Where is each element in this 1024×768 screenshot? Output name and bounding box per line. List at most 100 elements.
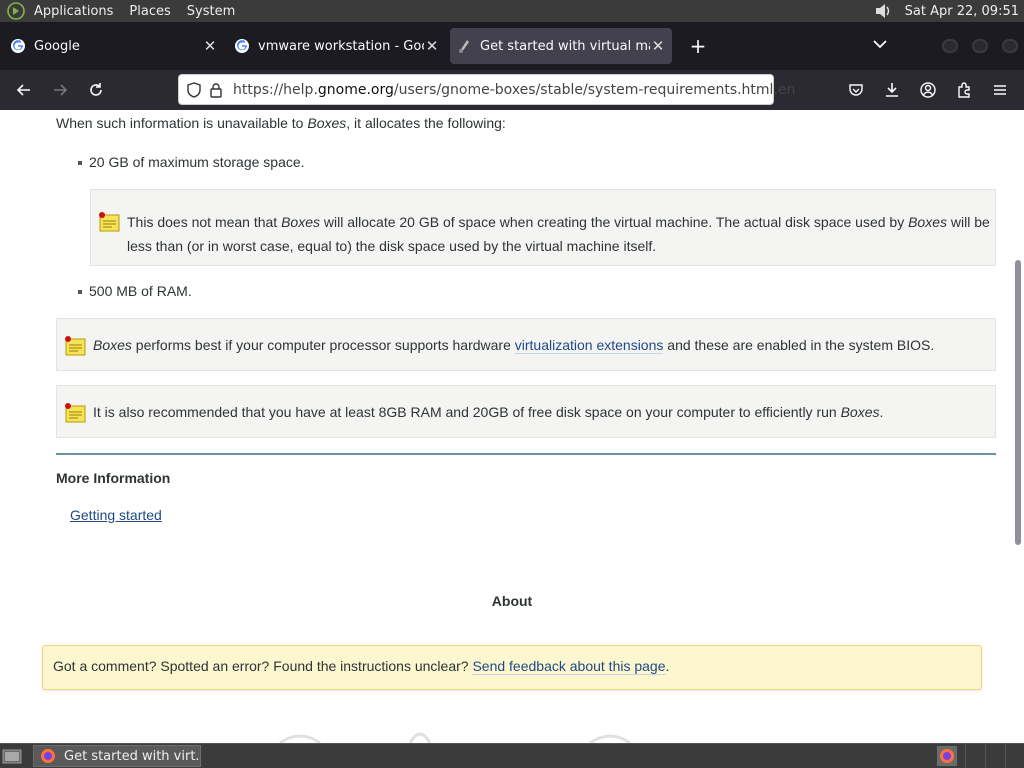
intro-paragraph: When such information is unavailable to … — [56, 115, 506, 131]
note-text: This does not mean that Boxes will alloc… — [127, 210, 993, 258]
feedback-text-end: . — [665, 658, 670, 674]
tip-text-part: and these are enabled in the system BIOS… — [663, 337, 935, 353]
tab-google[interactable]: Google ✕ — [4, 28, 224, 64]
forward-button[interactable] — [46, 76, 74, 104]
url-prefix: https://help. — [233, 81, 318, 98]
chevron-down-icon[interactable] — [870, 34, 890, 54]
lock-icon[interactable] — [209, 81, 223, 99]
top-panel: Applications Places System Sat Apr 22, 0… — [0, 0, 1024, 22]
back-button[interactable] — [10, 76, 38, 104]
google-icon — [235, 39, 249, 53]
taskbar: Get started with virt... — [0, 743, 1024, 768]
pocket-icon — [849, 84, 863, 96]
tip-text-part: It is also recommended that you have at … — [93, 404, 841, 420]
clock[interactable]: Sat Apr 22, 09:51 — [905, 4, 1019, 19]
taskbar-window-button[interactable]: Get started with virt... — [33, 745, 201, 767]
tab-gnome-help[interactable]: Get started with virtual machine ✕ — [450, 28, 672, 64]
tab-title: Google — [34, 38, 80, 54]
account-button[interactable] — [914, 76, 942, 104]
workspace-3[interactable] — [1005, 744, 1021, 768]
close-window-button[interactable] — [1002, 39, 1018, 53]
intro-emphasis: Boxes — [307, 115, 347, 131]
volume-icon[interactable] — [873, 2, 893, 20]
tip-text: Boxes performs best if your computer pro… — [93, 333, 934, 357]
tab-title: vmware workstation - Google — [258, 38, 424, 54]
tip-text-part: performs best if your computer processor… — [131, 337, 515, 353]
scrollbar-thumb[interactable] — [1015, 260, 1021, 545]
account-icon — [920, 82, 936, 98]
intro-text-end: , it allocates the following: — [346, 115, 506, 131]
gnome-foot-icon[interactable] — [6, 1, 26, 21]
tip-text-part: . — [879, 404, 884, 420]
list-item-text: 500 MB of RAM. — [89, 283, 192, 299]
list-item: 20 GB of maximum storage space. — [78, 154, 305, 170]
places-menu[interactable]: Places — [129, 4, 170, 19]
maximize-button[interactable] — [972, 39, 988, 53]
note-text-part: will allocate 20 GB of space when creati… — [320, 214, 909, 230]
about-heading: About — [491, 593, 533, 609]
system-menu[interactable]: System — [187, 4, 235, 19]
new-tab-button[interactable]: + — [684, 32, 712, 60]
taskbar-window-title: Get started with virt... — [64, 748, 200, 764]
reload-button[interactable] — [82, 76, 110, 104]
tip-box: It is also recommended that you have at … — [56, 385, 996, 438]
workspace-1[interactable] — [965, 744, 981, 768]
reload-icon — [90, 83, 102, 96]
forward-arrow-icon — [54, 84, 68, 96]
note-icon — [99, 212, 120, 232]
google-icon — [11, 39, 25, 53]
tab-vmware-search[interactable]: vmware workstation - Google ✕ — [228, 28, 446, 64]
puzzle-icon — [958, 82, 970, 98]
section-divider — [56, 453, 996, 455]
footer-decoration — [279, 732, 631, 743]
back-arrow-icon — [16, 84, 30, 96]
firefox-tray-icon[interactable] — [937, 746, 957, 766]
close-tab-icon[interactable]: ✕ — [650, 38, 666, 54]
tip-box: Boxes performs best if your computer pro… — [56, 318, 996, 371]
navigation-toolbar: https://help.gnome.org/users/gnome-boxes… — [0, 70, 1024, 110]
minimize-button[interactable] — [942, 39, 958, 53]
tip-emphasis: Boxes — [840, 404, 880, 420]
firefox-icon — [41, 749, 55, 763]
page-scrollbar[interactable] — [1012, 110, 1024, 743]
url-bar[interactable]: https://help.gnome.org/users/gnome-boxes… — [178, 74, 795, 105]
list-item: 500 MB of RAM. — [78, 283, 192, 299]
url-path: /users/gnome-boxes/stable/system-require… — [393, 81, 796, 98]
url-text[interactable]: https://help.gnome.org/users/gnome-boxes… — [233, 82, 795, 98]
pocket-button[interactable] — [842, 76, 870, 104]
getting-started-link[interactable]: Getting started — [70, 507, 162, 523]
note-emphasis: Boxes — [908, 214, 947, 230]
tip-text: It is also recommended that you have at … — [93, 400, 883, 424]
tab-title: Get started with virtual machine — [480, 38, 650, 54]
close-tab-icon[interactable]: ✕ — [424, 38, 440, 54]
menu-button[interactable] — [986, 76, 1014, 104]
applications-menu[interactable]: Applications — [34, 4, 113, 19]
gnome-help-icon — [459, 40, 469, 53]
feedback-text: Got a comment? Spotted an error? Found t… — [53, 658, 473, 674]
send-feedback-link[interactable]: Send feedback about this page — [472, 658, 666, 675]
virtualization-extensions-link[interactable]: virtualization extensions — [514, 337, 664, 354]
downloads-button[interactable] — [878, 76, 906, 104]
bullet-marker — [78, 290, 82, 295]
close-tab-icon[interactable]: ✕ — [202, 38, 218, 54]
note-emphasis: Boxes — [281, 214, 321, 230]
download-icon — [886, 83, 898, 97]
note-box: This does not mean that Boxes will alloc… — [90, 189, 996, 266]
hamburger-menu-icon — [994, 85, 1006, 95]
intro-text: When such information is unavailable to — [56, 115, 308, 131]
note-icon — [65, 336, 86, 356]
tab-bar: Google ✕ vmware workstation - Google ✕ G… — [0, 22, 1024, 70]
list-item-text: 20 GB of maximum storage space. — [89, 154, 305, 170]
workspace-2[interactable] — [985, 744, 1001, 768]
feedback-box: Got a comment? Spotted an error? Found t… — [42, 645, 982, 690]
tip-emphasis: Boxes — [93, 337, 132, 353]
more-information-heading: More Information — [56, 470, 171, 486]
shield-icon[interactable] — [187, 81, 201, 99]
page-content: When such information is unavailable to … — [0, 110, 1012, 743]
show-desktop-icon[interactable] — [2, 747, 22, 765]
note-text-part: This does not mean that — [127, 214, 282, 230]
extensions-button[interactable] — [950, 76, 978, 104]
bullet-marker — [78, 161, 82, 166]
url-domain: gnome.org — [317, 81, 394, 98]
note-icon — [65, 403, 86, 423]
